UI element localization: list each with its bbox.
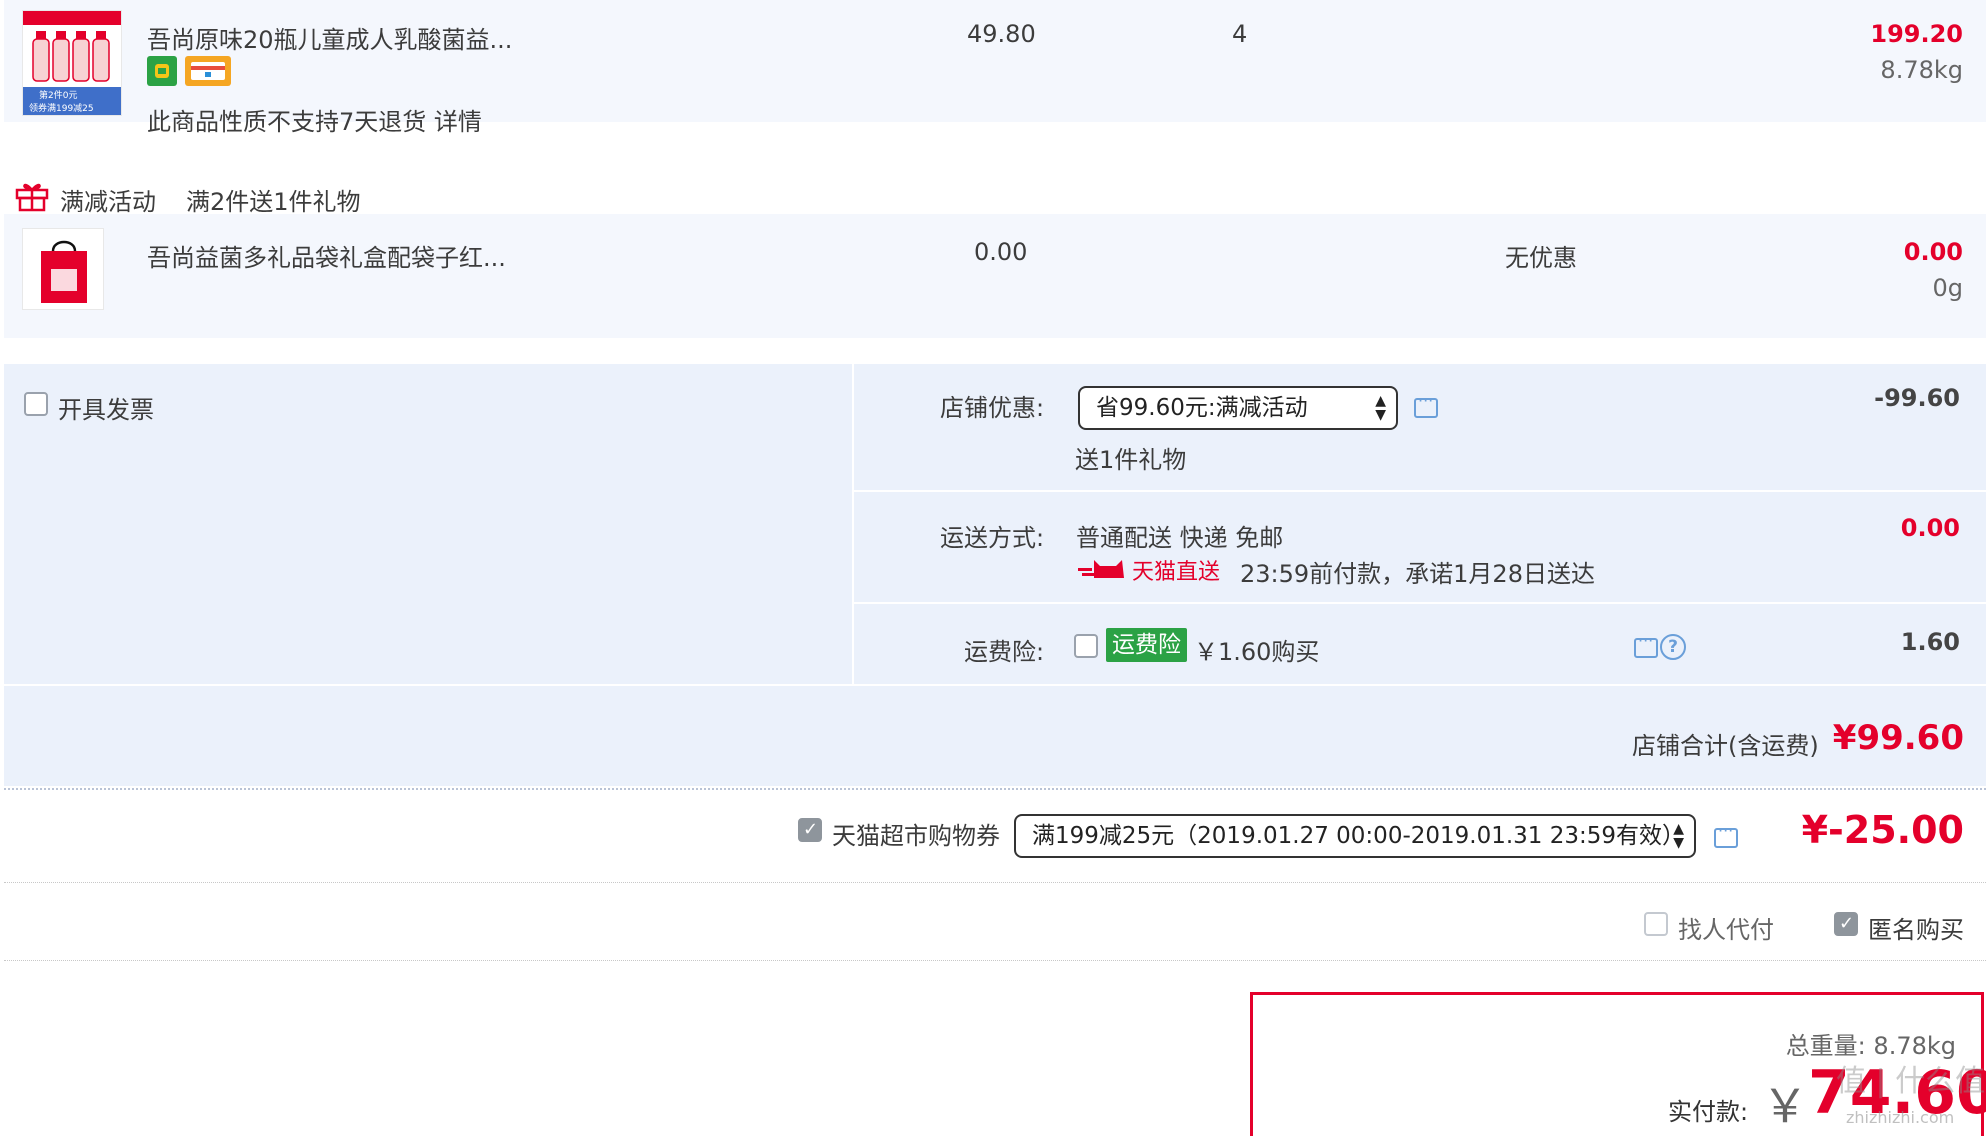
proxy-pay-label[interactable]: 找人代付 [1678,910,1774,945]
order-options-panel [4,364,1986,786]
shop-discount-select[interactable]: 省99.60元:满减活动 ▲ ▼ [1078,386,1398,430]
thumbnail-promo-text-2: 领券满199减25 [29,104,94,114]
gift-note: 送1件礼物 [1075,446,1187,474]
select-arrows-icon: ▲ ▼ [1375,393,1386,423]
select-arrows-icon: ▲ ▼ [1673,821,1684,851]
item-weight: 8.78kg [1880,56,1963,84]
coupon-checkbox[interactable] [798,818,822,842]
insurance-price: ￥1.60购买 [1194,638,1320,666]
section-divider [4,960,1986,961]
thumbnail-promo-text-1: 第2件0元 [39,91,78,101]
details-link[interactable]: 详情 [434,108,482,136]
tmall-direct-badge: 天猫直送 [1132,560,1221,585]
chat-icon[interactable] [1414,391,1438,418]
chat-icon[interactable] [1714,821,1738,848]
help-icon[interactable]: ? [1660,634,1686,660]
gift-item-row [4,214,1986,338]
pay-currency: ￥ [1762,1079,1808,1133]
thumbnail-promo-band: 第2件0元 领券满199减25 [23,87,121,115]
gift-unit-price: 0.00 [974,238,1028,266]
product-thumbnail[interactable]: 第2件0元 领券满199减25 [22,10,122,116]
shop-discount-selected: 省99.60元:满减活动 [1096,395,1308,421]
shop-discount-label: 店铺优惠: [940,394,1045,422]
product-title[interactable]: 吾尚原味20瓶儿童成人乳酸菌益... [147,20,512,55]
shipping-label: 运送方式: [940,524,1045,552]
watermark-logo: 值 | 什么值得买 [1836,1064,1986,1099]
gift-item-total: 0.00 [1903,238,1963,266]
delivery-promise: 23:59前付款，承诺1月28日送达 [1240,560,1595,588]
credit-card-icon [185,56,231,86]
promo-description: 满2件送1件礼物 [186,188,361,216]
gift-item-weight: 0g [1932,274,1963,302]
gift-icon [14,178,50,212]
panel-column-divider [852,364,854,684]
row-divider [854,490,1986,492]
shipping-method: 普通配送 快递 免邮 [1076,524,1284,552]
coupon-amount: ¥-25.00 [1801,808,1964,852]
shop-total-amount: ¥99.60 [1832,718,1964,758]
row-divider [4,684,1986,686]
section-divider [4,882,1986,883]
shipping-amount: 0.00 [1900,514,1960,542]
coupon-select[interactable]: 满199减25元（2019.01.27 00:00-2019.01.31 23:… [1014,814,1696,858]
shop-discount-amount: -99.60 [1874,384,1960,412]
quantity: 4 [1232,20,1248,48]
tmall-cat-icon [1078,556,1128,580]
insurance-checkbox[interactable] [1074,634,1098,658]
pay-label: 实付款: [1668,1098,1749,1126]
shop-total-label: 店铺合计(含运费) [1632,732,1819,760]
insurance-tag: 运费险 [1106,628,1187,662]
proxy-pay-checkbox[interactable] [1644,912,1668,936]
coupon-selected: 满199减25元（2019.01.27 00:00-2019.01.31 23:… [1032,823,1686,849]
unit-price: 49.80 [967,20,1036,48]
invoice-checkbox[interactable] [24,392,48,416]
promo-label: 满减活动 [60,188,156,216]
section-divider [4,788,1986,790]
thumbnail-top-band [23,11,121,25]
invoice-label[interactable]: 开具发票 [58,390,154,425]
insurance-label: 运费险: [964,638,1045,666]
anonymous-label[interactable]: 匿名购买 [1868,910,1964,945]
gift-bag-thumbnail[interactable] [22,228,104,310]
anonymous-checkbox[interactable] [1834,912,1858,936]
chat-icon[interactable] [1634,631,1658,658]
watermark-url: zhizhizhi.com [1846,1108,1955,1127]
gift-discount-note: 无优惠 [1505,244,1577,272]
row-divider [854,602,1986,604]
insurance-amount: 1.60 [1900,628,1960,656]
gift-product-title[interactable]: 吾尚益菌多礼品袋礼盒配袋子红... [147,238,506,273]
coupon-label[interactable]: 天猫超市购物券 [832,816,1000,851]
tmall-supermarket-icon [147,56,177,86]
return-policy-notice: 此商品性质不支持7天退货 详情 [147,108,482,136]
bottles-graphic [31,29,115,85]
item-total: 199.20 [1870,20,1963,48]
